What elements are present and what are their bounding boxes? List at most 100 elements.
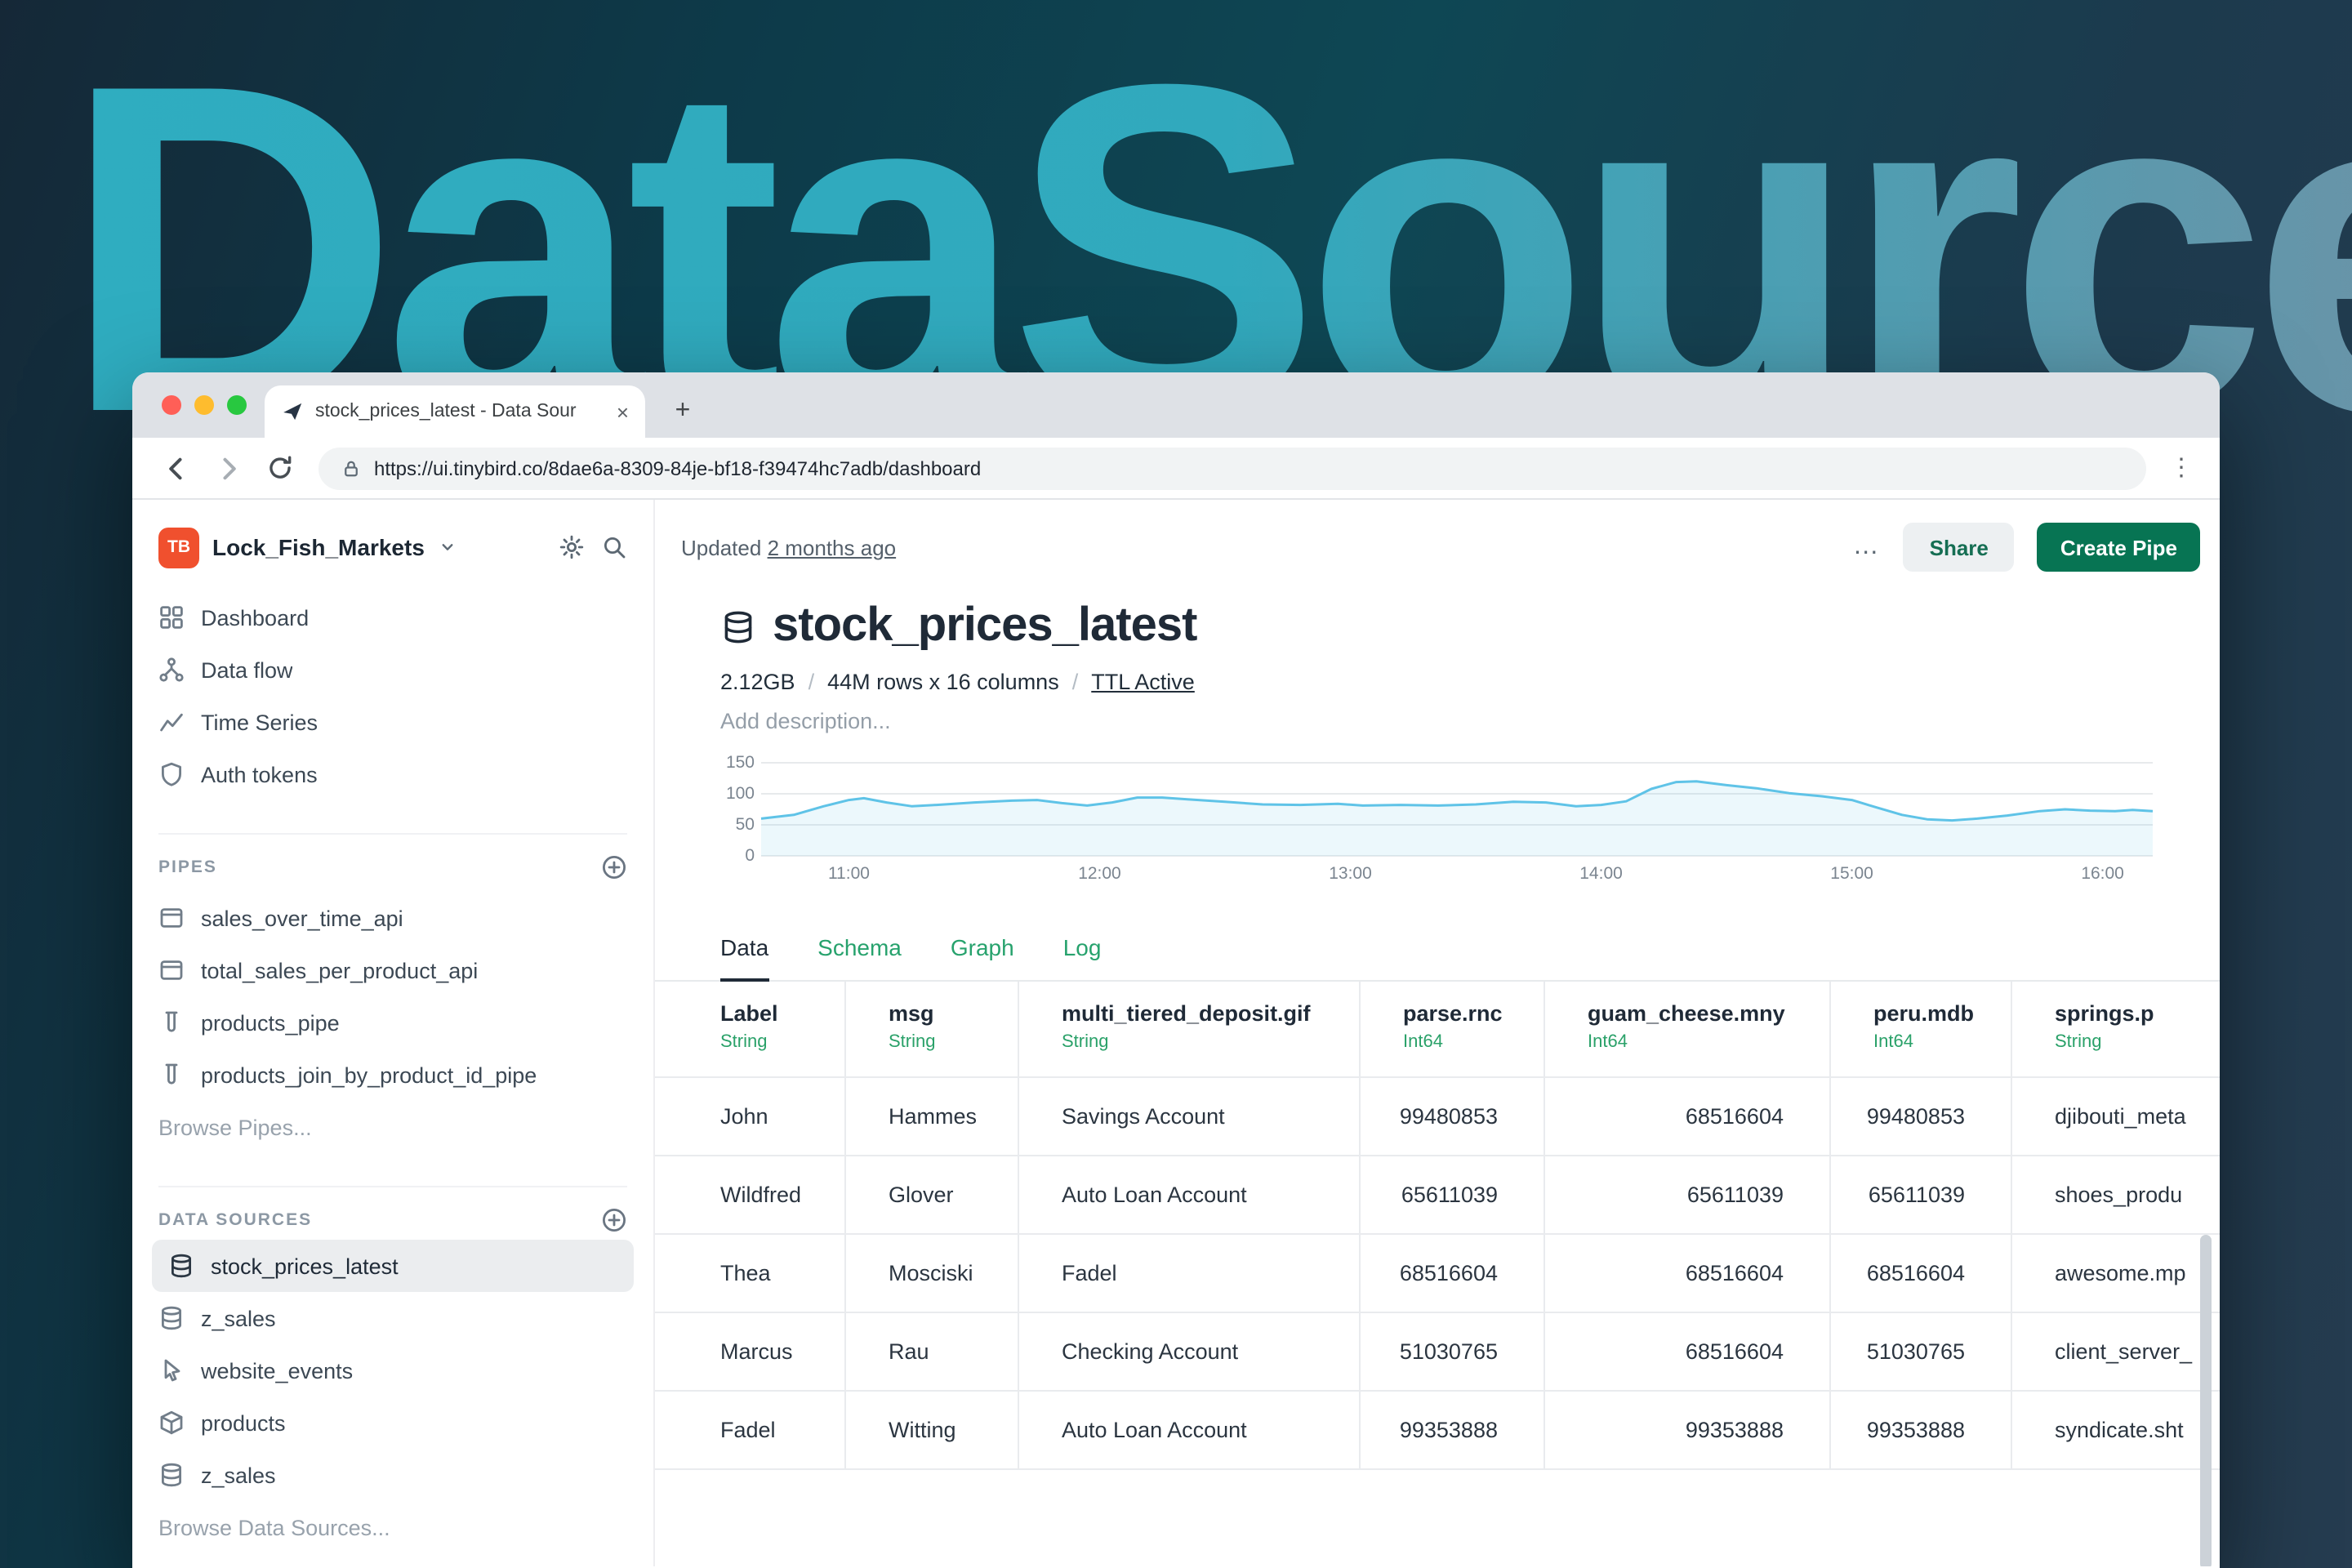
chart-y-axis: 050100150 (720, 763, 761, 856)
table-cell: 68516604 (1545, 1313, 1831, 1390)
share-button[interactable]: Share (1904, 523, 2015, 572)
updated-link[interactable]: 2 months ago (768, 535, 897, 559)
browse-pipes-label: Browse Pipes... (158, 1115, 312, 1139)
title-row: stock_prices_latest (720, 599, 2220, 653)
browser-tab-strip: stock_prices_latest - Data Sour × + (132, 372, 2220, 438)
ingestion-chart: 050100150 11:0012:0013:0014:0015:0016:00 (720, 763, 2153, 885)
table-cell: Savings Account (1019, 1078, 1361, 1155)
browser-toolbar: https://ui.tinybird.co/8dae6a-8309-84je-… (132, 438, 2220, 500)
column-header-multi-tiered-deposit-gif[interactable]: multi_tiered_deposit.gifString (1019, 982, 1361, 1076)
shield-icon (158, 761, 185, 787)
datasources-section-header: DATA SOURCES (158, 1207, 627, 1233)
column-type: String (2055, 1032, 2220, 1052)
table-cell: Checking Account (1019, 1313, 1361, 1390)
sidebar-item-auth-tokens[interactable]: Auth tokens (132, 748, 653, 800)
sidebar-item-website-events[interactable]: website_events (132, 1344, 653, 1396)
app-content: TB Lock_Fish_Markets DashboardData flowT… (132, 500, 2220, 1566)
column-header-springs-p[interactable]: springs.pString (2012, 982, 2220, 1076)
updated-text: Updated 2 months ago (681, 535, 896, 559)
column-header-parse-rnc[interactable]: parse.rncInt64 (1361, 982, 1545, 1076)
workspace-selector[interactable]: TB Lock_Fish_Markets (132, 521, 653, 573)
column-header-label[interactable]: LabelString (655, 982, 846, 1076)
sidebar-item-sales-over-time-api[interactable]: sales_over_time_api (132, 892, 653, 944)
description-placeholder[interactable]: Add description... (720, 709, 2220, 733)
browser-window: stock_prices_latest - Data Sour × + http… (132, 372, 2220, 1568)
datasource-item-label: z_sales (201, 1306, 276, 1330)
datasource-item-label: z_sales (201, 1463, 276, 1487)
sidebar-item-stock-prices-latest[interactable]: stock_prices_latest (152, 1240, 634, 1292)
tab-data[interactable]: Data (720, 934, 768, 980)
more-actions-icon[interactable]: … (1853, 532, 1881, 562)
sidebar-item-products[interactable]: products (132, 1396, 653, 1449)
main-panel: Updated 2 months ago … Share Create Pipe… (655, 500, 2220, 1566)
column-name: multi_tiered_deposit.gif (1062, 1001, 1336, 1026)
browser-menu-icon[interactable]: ⋮ (2169, 456, 2194, 480)
column-header-peru-mdb[interactable]: peru.mdbInt64 (1831, 982, 2012, 1076)
nav-item-label: Dashboard (201, 605, 309, 630)
sidebar-item-dashboard[interactable]: Dashboard (132, 591, 653, 644)
table-cell: 99480853 (1361, 1078, 1545, 1155)
table-cell: Witting (846, 1392, 1019, 1468)
sidebar-item-data-flow[interactable]: Data flow (132, 644, 653, 696)
table-cell: 68516604 (1831, 1235, 2012, 1312)
close-window-button[interactable] (162, 395, 181, 415)
datasource-item-label: stock_prices_latest (211, 1254, 399, 1278)
stat-separator: / (808, 670, 815, 694)
sidebar-item-products-pipe[interactable]: products_pipe (132, 996, 653, 1049)
reload-button[interactable] (266, 453, 296, 483)
column-type: String (889, 1032, 995, 1052)
database-icon (158, 1305, 185, 1331)
add-pipe-icon[interactable] (601, 854, 627, 880)
search-icon[interactable] (601, 534, 627, 560)
flow-icon (158, 657, 185, 683)
settings-gear-icon[interactable] (559, 534, 585, 560)
column-header-msg[interactable]: msgString (846, 982, 1019, 1076)
table-cell: syndicate.sht (2012, 1392, 2220, 1468)
stat-separator: / (1072, 670, 1079, 694)
sidebar-item-z-sales[interactable]: z_sales (132, 1292, 653, 1344)
tab-log[interactable]: Log (1063, 934, 1102, 980)
new-tab-button[interactable]: + (668, 397, 697, 426)
url-bar[interactable]: https://ui.tinybird.co/8dae6a-8309-84je-… (318, 447, 2146, 489)
zoom-window-button[interactable] (227, 395, 247, 415)
table-cell: 51030765 (1361, 1313, 1545, 1390)
table-scrollbar[interactable] (2200, 1235, 2212, 1566)
data-table: LabelStringmsgStringmulti_tiered_deposit… (655, 982, 2220, 1470)
sidebar-item-time-series[interactable]: Time Series (132, 696, 653, 748)
screenshot-stage: DataSource stock_prices_latest - Data So… (0, 0, 2352, 1568)
sidebar-item-z-sales[interactable]: z_sales (132, 1449, 653, 1501)
forward-button[interactable] (214, 453, 243, 483)
table-row: FadelWittingAuto Loan Account99353888993… (655, 1392, 2220, 1470)
table-cell: Auto Loan Account (1019, 1156, 1361, 1233)
tab-schema[interactable]: Schema (817, 934, 902, 980)
ttl-link[interactable]: TTL Active (1091, 670, 1195, 694)
create-pipe-button[interactable]: Create Pipe (2038, 523, 2200, 572)
sidebar-item-products-join-by-product-id-pipe[interactable]: products_join_by_product_id_pipe (132, 1049, 653, 1101)
tab-close-icon[interactable]: × (613, 399, 632, 424)
column-type: Int64 (1403, 1032, 1521, 1052)
sidebar-item-total-sales-per-product-api[interactable]: total_sales_per_product_api (132, 944, 653, 996)
sidebar-item-browse-data-sources[interactable]: Browse Data Sources... (132, 1501, 653, 1553)
add-datasource-icon[interactable] (601, 1207, 627, 1233)
tab-graph[interactable]: Graph (951, 934, 1014, 980)
table-cell: Wildfred (655, 1156, 846, 1233)
table-cell: Fadel (655, 1392, 846, 1468)
browser-tab[interactable]: stock_prices_latest - Data Sour × (265, 385, 645, 438)
datasources-section-title: DATA SOURCES (158, 1210, 312, 1230)
table-row: TheaMosciskiFadel68516604685166046851660… (655, 1235, 2220, 1313)
database-icon (168, 1253, 194, 1279)
x-tick-label: 15:00 (1816, 864, 1888, 884)
minimize-window-button[interactable] (194, 395, 214, 415)
table-cell: 68516604 (1545, 1078, 1831, 1155)
pipe-icon (158, 1009, 185, 1036)
table-cell: Hammes (846, 1078, 1019, 1155)
back-button[interactable] (162, 453, 191, 483)
size-stat: 2.12GB (720, 670, 795, 694)
table-cell: 68516604 (1545, 1235, 1831, 1312)
table-cell: 51030765 (1831, 1313, 2012, 1390)
table-cell: awesome.mp (2012, 1235, 2220, 1312)
column-type: Int64 (1873, 1032, 1988, 1052)
table-cell: shoes_produ (2012, 1156, 2220, 1233)
sidebar-item-browse-pipes[interactable]: Browse Pipes... (132, 1101, 653, 1153)
column-header-guam-cheese-mny[interactable]: guam_cheese.mnyInt64 (1545, 982, 1831, 1076)
